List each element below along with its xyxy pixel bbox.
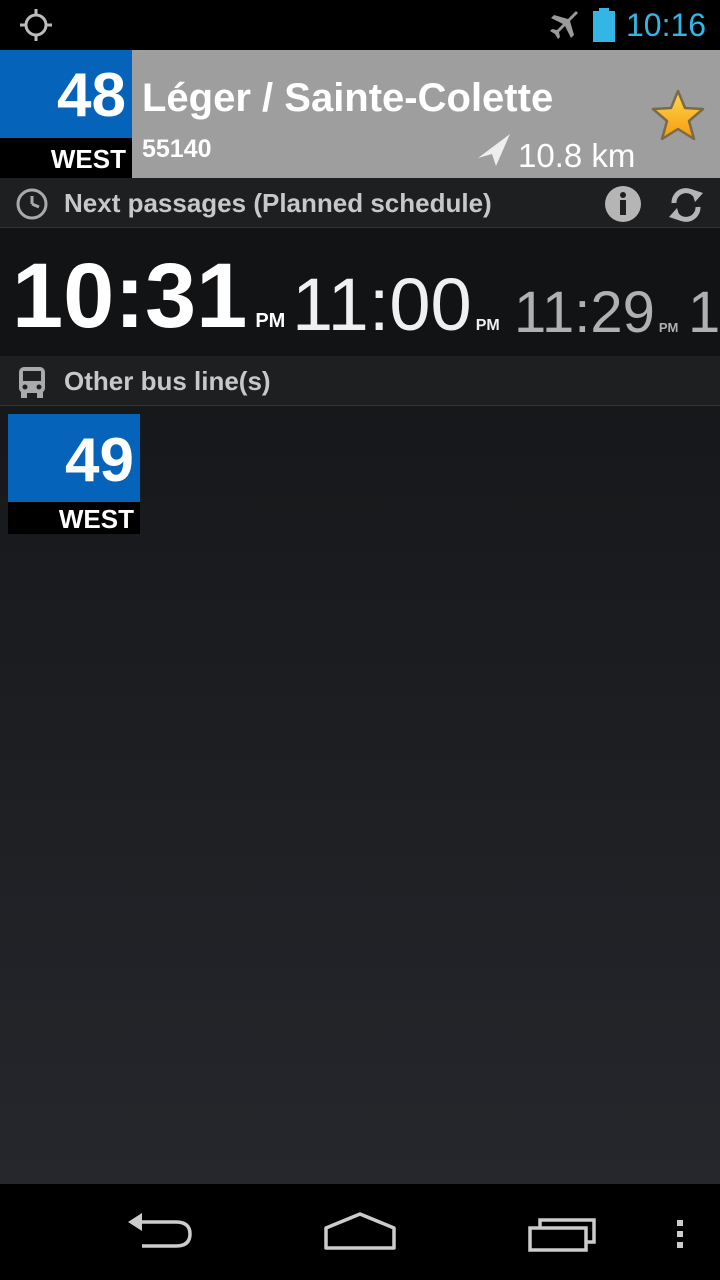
stop-name: Léger / Sainte-Colette: [142, 76, 554, 120]
next-passages-header: Next passages (Planned schedule): [0, 178, 720, 228]
refresh-icon[interactable]: [666, 185, 706, 225]
other-line-number: 49: [8, 414, 140, 502]
gps-icon: [20, 9, 52, 41]
airplane-mode-icon: [550, 11, 578, 39]
clock-icon: [16, 188, 48, 220]
next-time-3-ampm: PM: [658, 320, 679, 335]
next-passages-label: Next passages (Planned schedule): [64, 188, 492, 218]
bus-icon: [19, 367, 45, 398]
next-time-3: 11:29 PM: [514, 284, 678, 342]
next-time-2-ampm: PM: [475, 317, 500, 334]
route-direction: WEST: [0, 138, 132, 178]
next-time-1-value: 10:31: [12, 245, 248, 347]
route-number: 48: [0, 50, 132, 138]
menu-icon[interactable]: [666, 1208, 694, 1256]
route-badge[interactable]: 48 WEST: [0, 50, 132, 178]
info-icon[interactable]: [604, 185, 642, 223]
next-time-1: 10:31 PM: [12, 250, 285, 342]
next-time-4: 1: [688, 284, 720, 342]
recent-apps-icon[interactable]: [524, 1208, 600, 1256]
other-lines-header: Other bus line(s): [0, 356, 720, 406]
stop-code: 55140: [142, 135, 212, 163]
status-bar: 10:16: [0, 0, 720, 50]
screen: 10:16 48 WEST Léger / Sainte-Colette 551…: [0, 0, 720, 1280]
next-time-2: 11:00 PM: [292, 268, 500, 342]
next-time-4-value: 1: [688, 280, 720, 345]
status-time: 10:16: [626, 7, 707, 43]
stop-header: 48 WEST Léger / Sainte-Colette 55140 10.…: [0, 50, 720, 178]
content-area: Next passages (Planned schedule) 10:31 PM…: [0, 178, 720, 1184]
back-icon[interactable]: [122, 1208, 198, 1256]
next-time-1-ampm: PM: [255, 310, 286, 332]
navigation-bar: [0, 1184, 720, 1280]
compass-arrow-icon: [478, 134, 510, 166]
other-line-direction: WEST: [8, 502, 140, 534]
next-time-3-value: 11:29: [514, 280, 655, 345]
battery-icon: [593, 8, 615, 42]
other-lines-label: Other bus line(s): [64, 366, 271, 396]
next-time-2-value: 11:00: [292, 263, 472, 346]
schedule-times[interactable]: 10:31 PM 11:00 PM 11:29 PM 1: [0, 228, 720, 356]
distance-label: 10.8 km: [518, 137, 636, 174]
favorite-star-icon[interactable]: [650, 88, 706, 144]
home-icon[interactable]: [320, 1208, 400, 1256]
other-line-badge[interactable]: 49 WEST: [8, 414, 140, 534]
